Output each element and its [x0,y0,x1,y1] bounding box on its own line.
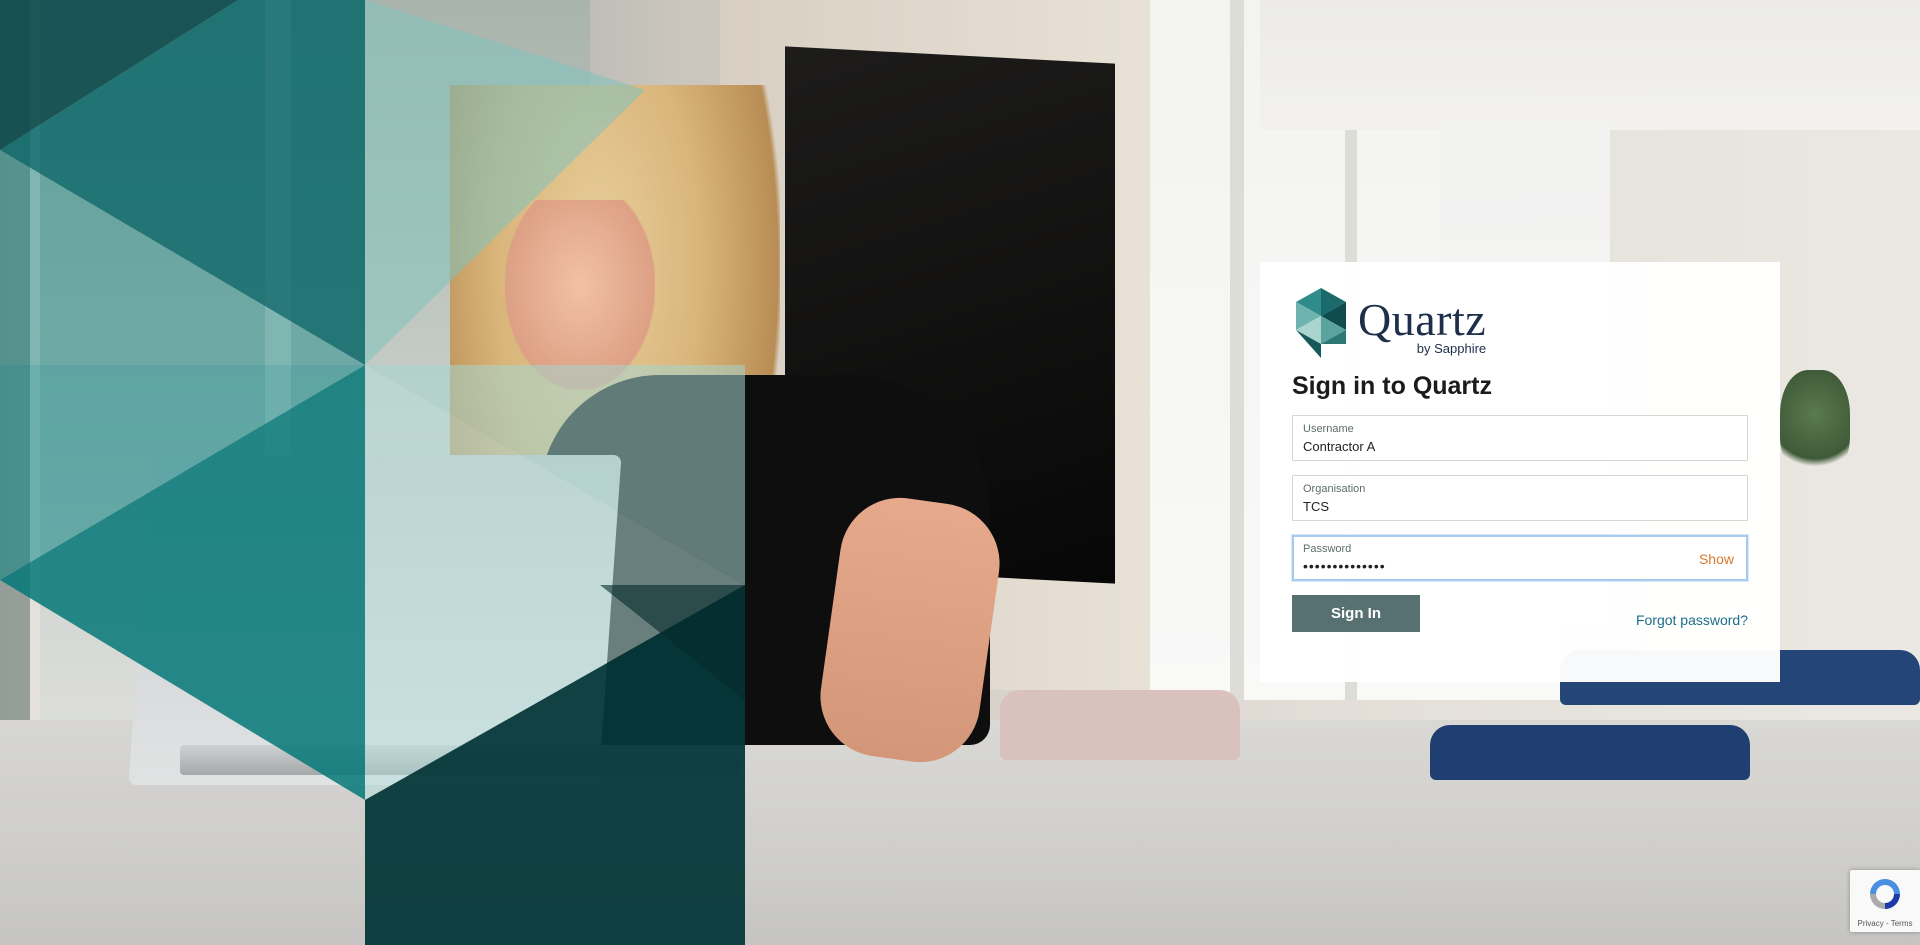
page-title: Sign in to Quartz [1292,372,1492,400]
password-field[interactable]: Password Show [1292,535,1748,581]
brand-name: Quartz [1358,294,1487,345]
recaptcha-icon [1870,879,1900,909]
organisation-field[interactable]: Organisation [1292,475,1748,521]
password-input[interactable] [1303,558,1737,574]
recaptcha-badge[interactable]: Privacy - Terms [1850,870,1920,932]
show-password-toggle[interactable]: Show [1699,551,1734,567]
username-input[interactable] [1303,438,1737,454]
sign-in-button[interactable]: Sign In [1292,595,1420,632]
brand-logo: Quartz by Sapphire [1296,288,1748,362]
login-card: Quartz by Sapphire Sign in to Quartz Use… [1260,262,1780,682]
organisation-input[interactable] [1303,498,1737,514]
password-label: Password [1303,543,1352,555]
recaptcha-links[interactable]: Privacy - Terms [1850,919,1920,928]
quartz-logo-icon [1296,288,1346,358]
username-label: Username [1303,423,1354,435]
organisation-label: Organisation [1303,483,1366,495]
forgot-password-link[interactable]: Forgot password? [1636,612,1748,628]
username-field[interactable]: Username [1292,415,1748,461]
